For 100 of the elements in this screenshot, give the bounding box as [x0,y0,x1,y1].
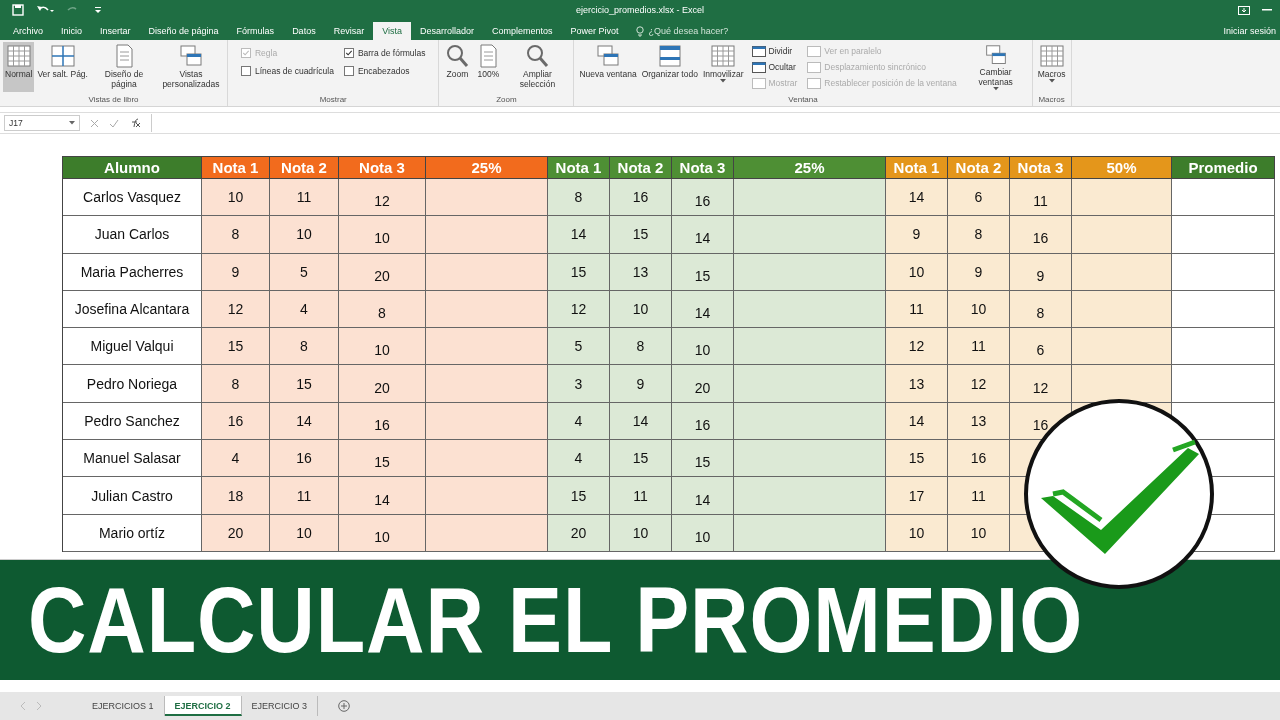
table-cell: 10 [270,514,339,552]
ribbon-tab[interactable]: Complementos [483,22,562,40]
ribbon-tab[interactable]: Revisar [324,22,374,40]
table-cell: 14 [886,179,948,217]
table-cell: 8 [1010,290,1072,329]
ribbon-button[interactable]: Vistas personalizadas [157,42,224,92]
table-cell: 9 [948,253,1010,291]
ribbon-tab[interactable]: Diseño de página [139,22,228,40]
group-label: Vistas de libro [87,95,140,106]
table-cell: 11 [270,477,339,515]
table-cell: 8 [270,328,339,366]
ribbon-tab[interactable]: Vista [373,22,411,40]
sheet-tab[interactable]: EJERCICIO 2 [164,696,242,716]
table-cell: 9 [886,216,948,254]
table-cell: 10 [610,290,672,329]
table-cell: 16 [610,179,672,217]
table-cell: 8 [202,365,270,403]
table-cell: 14 [672,290,734,329]
table-cell: 4 [202,440,270,478]
table-cell: 9 [202,253,270,291]
ribbon-button[interactable]: Nueva ventana [577,42,639,92]
table-cell: 20 [339,365,426,403]
sheet-tab[interactable]: EJERCICIOS 1 [82,696,165,716]
column-header: Nota 3 [672,157,734,179]
table-cell: 8 [548,179,610,217]
table-cell: 12 [548,290,610,329]
table-cell: 15 [339,440,426,478]
window-title: ejercicio_promedios.xlsx - Excel [575,5,704,15]
column-header: Nota 1 [886,157,948,179]
checkbox-option[interactable]: Líneas de cuadrícula [240,66,334,76]
table-cell: 6 [1010,328,1072,366]
sign-in-link[interactable]: Iniciar sesión [1223,22,1280,40]
ribbon-button[interactable]: Ver salt. Pág. [35,42,90,92]
ribbon-tab[interactable]: Desarrollador [411,22,484,40]
table-cell: 15 [270,365,339,403]
table-cell: 16 [339,402,426,441]
banner-title: CALCULAR EL PROMEDIO [28,567,1084,673]
ribbon-tab[interactable]: Inicio [52,22,92,40]
table-cell: 15 [672,440,734,478]
table-cell: 16 [202,402,270,441]
table-cell: 15 [548,253,610,291]
table-cell: 4 [548,402,610,441]
table-cell: 12 [202,290,270,329]
table-cell: 11 [948,477,1010,515]
sheet-tab[interactable]: EJERCICIO 3 [241,696,319,716]
ribbon-button[interactable]: Macros [1035,42,1068,92]
ribbon-button[interactable]: Cambiar ventanas [962,42,1029,92]
ribbon-small-button[interactable]: Dividir [750,43,799,59]
column-header: Promedio [1172,157,1275,179]
table-cell: 14 [548,216,610,254]
table-cell: 20 [339,253,426,291]
table-cell: 10 [948,514,1010,552]
table-cell: 14 [339,477,426,515]
table-cell: 10 [672,328,734,366]
ribbon-button[interactable]: Inmovilizar [700,42,746,92]
table-cell: 20 [548,514,610,552]
ribbon-button[interactable]: Organizar todo [639,42,700,92]
ribbon-button[interactable]: Diseño de página [90,42,157,92]
table-cell: 6 [948,179,1010,217]
ribbon-tab[interactable]: Power Pivot [561,22,628,40]
table-cell: 15 [610,216,672,254]
table-cell: 13 [948,402,1010,441]
ribbon-button[interactable]: Zoom [442,42,473,92]
ribbon-button[interactable]: Normal [3,42,35,92]
table-cell: 8 [339,290,426,329]
cell-reference: J17 [9,118,23,128]
table-cell: 16 [1010,216,1072,254]
column-header: Alumno [63,157,202,179]
table-cell: 11 [270,179,339,217]
table-cell: 20 [672,365,734,403]
table-cell: 5 [270,253,339,291]
table-cell: 3 [548,365,610,403]
group-label: Macros [1037,95,1066,106]
table-cell: 8 [610,328,672,366]
name-box[interactable]: J17 [4,115,80,131]
column-header: Nota 2 [948,157,1010,179]
table-cell: 14 [672,477,734,515]
ribbon-tab[interactable]: Datos [283,22,325,40]
checkbox-option[interactable]: Encabezados [343,66,426,76]
tell-me-field[interactable]: ¿Qué desea hacer? [646,25,761,37]
column-header: Nota 2 [270,157,339,179]
column-header: Nota 3 [1010,157,1072,179]
table-cell: 14 [270,402,339,441]
ribbon-tab[interactable]: Fórmulas [227,22,284,40]
checkbox-option[interactable]: Barra de fórmulas [343,48,426,58]
ribbon-tab[interactable]: Archivo [4,22,52,40]
table-cell: 5 [548,328,610,366]
table-cell: 11 [948,328,1010,366]
table-cell: 10 [886,514,948,552]
table-cell: 10 [886,253,948,291]
table-cell: 15 [672,253,734,291]
ribbon-tab[interactable]: Insertar [91,22,140,40]
table-cell: 9 [610,365,672,403]
table-cell: 11 [610,477,672,515]
ribbon-button[interactable]: Ampliar selección [504,42,571,92]
table-cell: 13 [610,253,672,291]
table-cell: 10 [339,216,426,254]
ribbon-button[interactable]: 100% [473,42,504,92]
ribbon-small-button[interactable]: Ocultar [750,59,799,75]
table-cell: 10 [610,514,672,552]
